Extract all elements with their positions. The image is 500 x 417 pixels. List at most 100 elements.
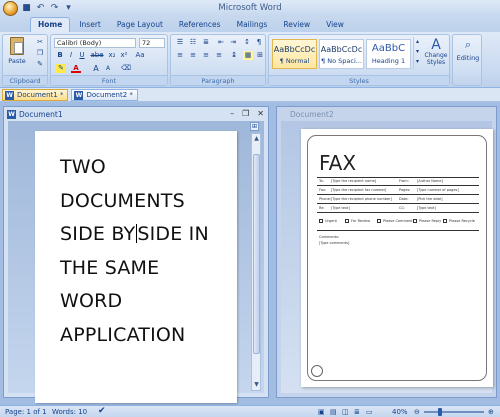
document2-page[interactable]: FAX To: [Type the recipient name] From: …	[301, 129, 493, 387]
numbering-icon[interactable]: ☷	[188, 38, 198, 47]
align-center-icon[interactable]: ≡	[188, 51, 198, 60]
show-hide-button[interactable]: ¶	[254, 38, 264, 47]
editing-button[interactable]: ⌕ Editing	[454, 38, 482, 62]
copy-icon[interactable]: ❐	[35, 49, 45, 58]
fax-field-value[interactable]: [Type text]	[417, 206, 436, 210]
bold-button[interactable]: B	[55, 51, 65, 60]
close-icon[interactable]: ✕	[257, 109, 264, 118]
justify-icon[interactable]: ≡	[214, 51, 224, 60]
view-draft-icon[interactable]: ▭	[366, 408, 373, 416]
undo-icon[interactable]: ↶	[35, 3, 46, 14]
subscript-button[interactable]: x₂	[107, 51, 117, 60]
text-line: DOCUMENTS	[60, 189, 185, 212]
fax-field-value[interactable]: [Type the recipient fax number]	[331, 188, 386, 192]
vertical-scrollbar[interactable]: ▲ ▼	[251, 133, 261, 391]
window-title: Microsoft Word	[218, 3, 282, 13]
document2-canvas[interactable]: FAX To: [Type the recipient name] From: …	[281, 121, 493, 393]
document1-title-bar[interactable]: W Document1 – ❐ ✕	[4, 107, 268, 121]
fax-check[interactable]: For Review	[345, 219, 370, 223]
cut-icon[interactable]: ✂	[35, 38, 45, 47]
fax-field-value[interactable]: [Type text]	[331, 206, 350, 210]
format-painter-icon[interactable]: ✎	[35, 60, 45, 69]
increase-indent-icon[interactable]: ⇥	[228, 38, 238, 47]
font-name-combo[interactable]: Calibri (Body)	[54, 38, 136, 48]
fax-check[interactable]: Please Recycle	[443, 219, 475, 223]
document2-title-bar[interactable]: Document2	[277, 107, 496, 121]
document1-canvas[interactable]: ⊞ TWO DOCUMENTS SIDE BY SIDE IN THE SAME …	[8, 121, 264, 403]
view-print-layout-icon[interactable]: ▣	[318, 408, 325, 416]
borders-icon[interactable]: ⊞	[255, 51, 265, 60]
fax-field-value[interactable]: [Author Name]	[417, 179, 443, 183]
italic-button[interactable]: I	[66, 51, 76, 60]
line-spacing-icon[interactable]: ↨	[229, 51, 239, 60]
doc-tab-document1[interactable]: W Document1 *	[2, 88, 69, 101]
document2-window[interactable]: Document2 FAX To: [Type the recipient na…	[276, 106, 497, 398]
scroll-down-icon[interactable]: ▼	[253, 381, 260, 389]
fax-check[interactable]: Please Reply	[413, 219, 441, 223]
document1-window[interactable]: W Document1 – ❐ ✕ ⊞ TWO DOCUMENTS SIDE B…	[3, 106, 269, 403]
doc-tab-document2[interactable]: W Document2 *	[71, 88, 138, 101]
change-case-button[interactable]: Aa	[133, 51, 147, 60]
page-count[interactable]: Page: 1 of 1	[5, 408, 47, 416]
fax-field-value[interactable]: [Type number of pages]	[417, 188, 459, 192]
zoom-out-icon[interactable]: ⊖	[414, 408, 420, 416]
proofing-icon[interactable]: ✔	[98, 406, 106, 416]
tab-review[interactable]: Review	[276, 18, 317, 32]
bullets-icon[interactable]: ☰	[175, 38, 185, 47]
tab-insert[interactable]: Insert	[72, 18, 108, 32]
multilevel-list-icon[interactable]: ≣	[201, 38, 211, 47]
zoom-in-icon[interactable]: ⊕	[488, 408, 494, 416]
save-icon[interactable]: ■	[21, 3, 32, 14]
sort-icon[interactable]: ↕	[242, 38, 252, 47]
align-left-icon[interactable]: ≡	[175, 51, 185, 60]
scroll-up-icon[interactable]: ▲	[253, 135, 260, 143]
superscript-button[interactable]: x²	[119, 51, 129, 60]
customize-qat-icon[interactable]: ▾	[63, 3, 74, 14]
fax-field-value[interactable]: [Pick the date]	[417, 197, 443, 201]
tab-view[interactable]: View	[319, 18, 351, 32]
minimize-icon[interactable]: –	[230, 109, 234, 118]
word-count[interactable]: Words: 10	[52, 408, 87, 416]
tab-references[interactable]: References	[172, 18, 228, 32]
font-color-button[interactable]: A	[71, 64, 81, 73]
shrink-font-button[interactable]: A	[103, 64, 113, 73]
zoom-slider-thumb[interactable]	[438, 408, 442, 416]
tab-mailings[interactable]: Mailings	[230, 18, 275, 32]
view-outline-icon[interactable]: ≣	[354, 408, 360, 416]
change-styles-button[interactable]: A Change Styles	[422, 38, 450, 66]
document1-text[interactable]: TWO DOCUMENTS SIDE BY SIDE IN THE SAME WO…	[60, 151, 230, 352]
redo-icon[interactable]: ↷	[49, 3, 60, 14]
style-heading-1[interactable]: AaBbC Heading 1	[366, 39, 411, 69]
tab-page-layout[interactable]: Page Layout	[110, 18, 170, 32]
scroll-thumb[interactable]	[253, 154, 260, 354]
fax-check[interactable]: Please Comment	[377, 219, 413, 223]
zoom-slider[interactable]	[424, 408, 484, 416]
view-full-screen-icon[interactable]: ▤	[330, 408, 337, 416]
style-normal[interactable]: AaBbCcDc ¶ Normal	[272, 39, 317, 69]
paste-button[interactable]: Paste	[6, 37, 28, 65]
highlight-icon[interactable]: ✎	[56, 64, 66, 73]
font-group: Calibri (Body) 72 B I U abe x₂ x² Aa ✎ A…	[50, 34, 168, 86]
office-button[interactable]	[3, 1, 18, 16]
zoom-level[interactable]: 40%	[392, 408, 408, 416]
grow-font-button[interactable]: A	[91, 64, 101, 73]
document1-page[interactable]: TWO DOCUMENTS SIDE BY SIDE IN THE SAME WO…	[35, 131, 237, 403]
tab-home[interactable]: Home	[30, 17, 71, 32]
style-no-spacing[interactable]: AaBbCcDc ¶ No Spaci...	[319, 39, 364, 69]
align-right-icon[interactable]: ≡	[201, 51, 211, 60]
restore-icon[interactable]: ❐	[242, 109, 249, 118]
strikethrough-button[interactable]: abe	[90, 51, 104, 60]
ruler-toggle-icon[interactable]: ⊞	[250, 122, 259, 131]
binoculars-icon: ⌕	[464, 38, 472, 51]
decrease-indent-icon[interactable]: ⇤	[216, 38, 226, 47]
styles-scroll[interactable]: ▴ ▾ ▾	[413, 37, 421, 69]
underline-button[interactable]: U	[77, 51, 87, 60]
fax-check[interactable]: Urgent	[319, 219, 337, 223]
shading-icon[interactable]: ▦	[243, 51, 253, 60]
fax-field-value[interactable]: [Type the recipient name]	[331, 179, 376, 183]
font-size-combo[interactable]: 72	[139, 38, 165, 48]
clear-format-icon[interactable]: ⌫	[121, 64, 131, 73]
fax-field-value[interactable]: [Type the recipient phone number]	[331, 197, 392, 201]
view-web-layout-icon[interactable]: ◫	[342, 408, 349, 416]
fax-comments-value[interactable]: [Type comments]	[319, 241, 477, 245]
